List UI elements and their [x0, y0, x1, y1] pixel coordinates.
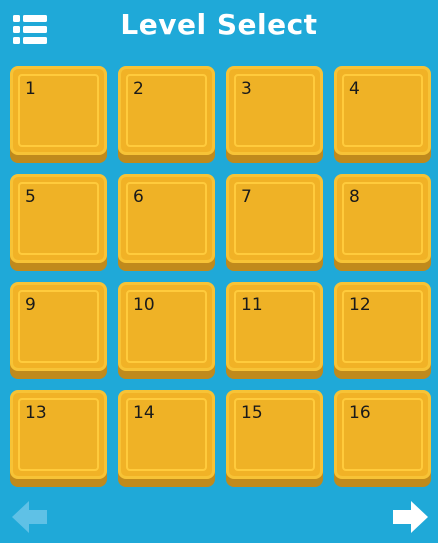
level-grid: 1 2 3 4 5 6 7 8 9 10 11 12 13 14 15 16: [10, 66, 435, 488]
level-number: 14: [133, 403, 155, 423]
tile-face: 3: [226, 66, 323, 155]
level-number: 3: [241, 79, 252, 99]
tile-face: 1: [10, 66, 107, 155]
level-button-16[interactable]: 16: [334, 390, 431, 487]
level-number: 7: [241, 187, 252, 207]
level-number: 15: [241, 403, 263, 423]
level-number: 5: [25, 187, 36, 207]
next-page-button[interactable]: [393, 500, 429, 534]
level-number: 8: [349, 187, 360, 207]
tile-face: 13: [10, 390, 107, 479]
tile-face: 6: [118, 174, 215, 263]
level-button-1[interactable]: 1: [10, 66, 107, 163]
level-button-13[interactable]: 13: [10, 390, 107, 487]
level-button-12[interactable]: 12: [334, 282, 431, 379]
level-button-15[interactable]: 15: [226, 390, 323, 487]
tile-face: 16: [334, 390, 431, 479]
level-button-11[interactable]: 11: [226, 282, 323, 379]
tile-face: 9: [10, 282, 107, 371]
tile-face: 10: [118, 282, 215, 371]
level-button-3[interactable]: 3: [226, 66, 323, 163]
level-button-8[interactable]: 8: [334, 174, 431, 271]
level-button-4[interactable]: 4: [334, 66, 431, 163]
tile-face: 14: [118, 390, 215, 479]
level-button-2[interactable]: 2: [118, 66, 215, 163]
arrow-right-icon: [393, 501, 428, 533]
level-button-14[interactable]: 14: [118, 390, 215, 487]
level-button-10[interactable]: 10: [118, 282, 215, 379]
level-number: 11: [241, 295, 263, 315]
level-button-9[interactable]: 9: [10, 282, 107, 379]
tile-face: 12: [334, 282, 431, 371]
level-number: 9: [25, 295, 36, 315]
tile-face: 5: [10, 174, 107, 263]
level-button-6[interactable]: 6: [118, 174, 215, 271]
page-title: Level Select: [120, 8, 318, 41]
arrow-left-icon: [12, 501, 47, 533]
tile-face: 8: [334, 174, 431, 263]
level-number: 6: [133, 187, 144, 207]
level-number: 16: [349, 403, 371, 423]
prev-page-button[interactable]: [12, 500, 48, 534]
level-number: 1: [25, 79, 36, 99]
level-number: 4: [349, 79, 360, 99]
level-button-5[interactable]: 5: [10, 174, 107, 271]
level-number: 10: [133, 295, 155, 315]
level-number: 12: [349, 295, 371, 315]
level-number: 2: [133, 79, 144, 99]
tile-face: 2: [118, 66, 215, 155]
tile-face: 11: [226, 282, 323, 371]
tile-face: 4: [334, 66, 431, 155]
tile-face: 15: [226, 390, 323, 479]
level-number: 13: [25, 403, 47, 423]
level-button-7[interactable]: 7: [226, 174, 323, 271]
tile-face: 7: [226, 174, 323, 263]
